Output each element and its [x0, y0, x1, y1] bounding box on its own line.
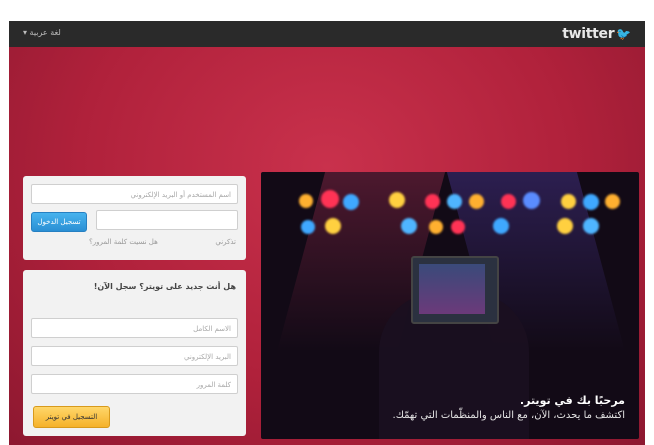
stage-light	[583, 194, 599, 210]
signin-button[interactable]: تسجيل الدخول	[31, 212, 87, 232]
full-name-field[interactable]: الاسم الكامل	[31, 318, 238, 338]
stage-light	[321, 190, 339, 208]
signup-title: هل أنت جديد على تويتر؟ سجل الآن!	[93, 282, 236, 291]
stage-light	[425, 194, 440, 209]
language-selector[interactable]: لغة عربية ▾	[23, 28, 61, 37]
signup-password-field[interactable]: كلمة المرور	[31, 374, 238, 394]
remember-me-checkbox[interactable]: تذكرني	[215, 238, 236, 246]
stage-light	[447, 194, 462, 209]
stage-light	[469, 194, 484, 209]
hero-title: مرحبًا بك في تويتر.	[519, 394, 625, 407]
stage-light	[429, 220, 443, 234]
page-frame: لغة عربية ▾ twitter 🐦 مرحبًا بك في تويتر…	[9, 6, 645, 445]
hero-image: مرحبًا بك في تويتر. اكتشف ما يحدث، الآن،…	[261, 172, 639, 439]
forgot-password-link[interactable]: هل نسيت كلمة المرور؟	[89, 238, 158, 246]
hero-caption: مرحبًا بك في تويتر. اكتشف ما يحدث، الآن،…	[393, 394, 625, 421]
top-bar: لغة عربية ▾ twitter 🐦	[9, 21, 645, 47]
hero-subtitle: اكتشف ما يحدث، الآن، مع الناس والمنظّمات…	[392, 410, 625, 421]
email-field[interactable]: البريد الإلكتروني	[31, 346, 238, 366]
top-margin	[9, 6, 645, 21]
stage-light	[299, 194, 313, 208]
signup-panel: هل أنت جديد على تويتر؟ سجل الآن! الاسم ا…	[23, 270, 246, 436]
phone-screen	[419, 264, 485, 314]
stage-light	[401, 218, 417, 234]
username-field[interactable]: اسم المستخدم أو البريد الإلكتروني	[31, 184, 238, 204]
twitter-logo[interactable]: twitter 🐦	[562, 26, 631, 42]
stage-light	[583, 218, 599, 234]
stage-light	[343, 194, 359, 210]
stage-light	[451, 220, 465, 234]
stage-light	[325, 218, 341, 234]
stage-light	[493, 218, 509, 234]
signin-panel: اسم المستخدم أو البريد الإلكتروني تسجيل …	[23, 176, 246, 260]
logo-text: twitter	[562, 26, 615, 42]
stage-light	[501, 194, 516, 209]
stage-light	[301, 220, 315, 234]
stage-light	[523, 192, 540, 209]
stage-light	[605, 194, 620, 209]
bird-icon: 🐦	[616, 27, 631, 41]
stage-light	[557, 218, 573, 234]
stage-light	[561, 194, 576, 209]
password-field[interactable]	[96, 210, 238, 230]
stage-light	[389, 192, 405, 208]
signup-button[interactable]: التسجيل في تويتر	[33, 406, 110, 428]
phone-icon	[411, 256, 499, 324]
